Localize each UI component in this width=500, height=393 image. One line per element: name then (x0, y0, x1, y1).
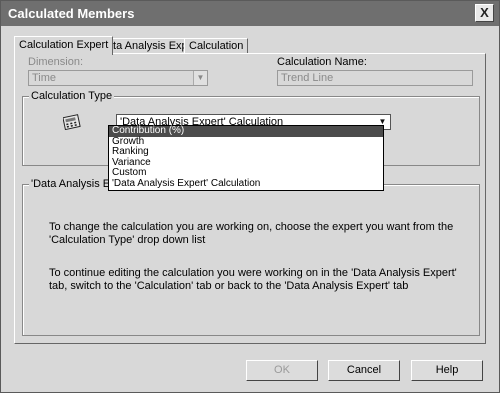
dimension-label: Dimension: (28, 56, 84, 68)
chevron-down-icon: ▼ (193, 71, 207, 85)
tab-label: Calculation Expert (19, 39, 109, 51)
option-variance[interactable]: Variance (109, 157, 383, 169)
tab-label: Calculation (189, 40, 244, 52)
calculated-members-dialog: Calculated Members X Calculation Expert … (0, 0, 500, 393)
close-icon: X (480, 5, 489, 20)
calculator-icon (63, 114, 81, 130)
dimension-value: Time (32, 72, 57, 84)
calculation-name-label: Calculation Name: (277, 56, 367, 68)
option-data-analysis-expert-calculation[interactable]: 'Data Analysis Expert' Calculation (109, 178, 383, 190)
ok-button[interactable]: OK (246, 360, 318, 381)
data-analysis-expert-group: 'Data Analysis Expert To change the calc… (22, 178, 480, 336)
calculation-type-dropdown-list[interactable]: Contribution (%) Growth Ranking Variance… (108, 125, 384, 191)
tab-panel: Dimension: Time ▼ Calculation Name: Tren… (14, 53, 486, 344)
close-button[interactable]: X (475, 4, 494, 22)
help-button[interactable]: Help (411, 360, 483, 381)
option-growth[interactable]: Growth (109, 136, 383, 148)
tab-calculation[interactable]: Calculation (184, 38, 249, 54)
calculation-type-label: Calculation Type (29, 90, 115, 102)
dimension-select[interactable]: Time ▼ (28, 70, 208, 86)
tab-calculation-expert[interactable]: Calculation Expert (14, 36, 114, 55)
option-contribution[interactable]: Contribution (%) (109, 125, 383, 137)
info-text-continue-editing: To continue editing the calculation you … (49, 267, 457, 292)
cancel-button[interactable]: Cancel (328, 360, 400, 381)
info-text-change-expert: To change the calculation you are workin… (49, 221, 454, 246)
calculation-name-value: Trend Line (281, 72, 334, 84)
calculation-name-field[interactable]: Trend Line (277, 70, 473, 86)
title-bar: Calculated Members X (1, 1, 499, 26)
dialog-title: Calculated Members (8, 6, 135, 21)
